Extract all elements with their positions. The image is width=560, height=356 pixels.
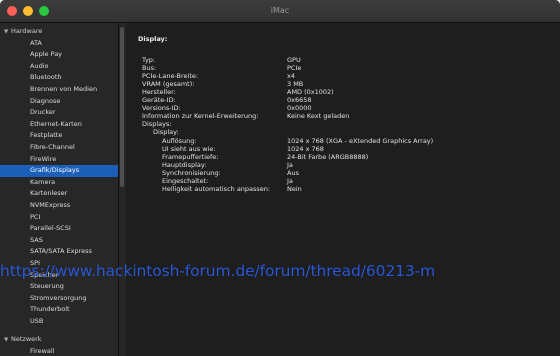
sidebar-item-label: USB	[30, 316, 44, 325]
sidebar-item-label: Kartenleser	[30, 189, 68, 198]
sidebar-section-hardware[interactable]: ▼ Hardware	[0, 26, 118, 38]
sidebar-item[interactable]: SATA/SATA Express	[0, 246, 118, 258]
sidebar-item-label: Festplatte	[30, 131, 63, 140]
sidebar-item-label: Bluetooth	[30, 73, 62, 82]
sidebar-item-label: Apple Pay	[30, 50, 63, 59]
detail-pane: Display: Typ: GPU Bus: PCIe PCIe-Lane-Breite…	[126, 23, 560, 356]
sidebar-item-label: Fibre-Channel	[30, 142, 75, 151]
window-title: iMac	[270, 6, 290, 15]
title-bar[interactable]: iMac	[0, 0, 560, 23]
sidebar-item-label: PCI	[30, 212, 41, 221]
sidebar-item-label: Firewall	[30, 346, 55, 355]
property-value: Nein	[287, 184, 302, 193]
sidebar-item-label: SAS	[30, 235, 43, 244]
sidebar-item[interactable]: Steuerung	[0, 281, 118, 293]
sidebar-item-label: Thunderbolt	[30, 305, 70, 314]
sidebar-item[interactable]: Grafik/Displays	[0, 165, 118, 177]
sidebar-item[interactable]: PCI	[0, 212, 118, 224]
sidebar-section-label: Hardware	[11, 27, 43, 35]
sidebar-item[interactable]: Diagnose	[0, 96, 118, 108]
sidebar-item-label: Ethernet-Karten	[30, 119, 82, 128]
sidebar-item[interactable]: USB	[0, 316, 118, 328]
sidebar-item-label: FireWire	[30, 154, 57, 163]
system-information-window: iMac ▼ Hardware ATA Apple Pay Audio Bluetoot…	[0, 0, 560, 356]
url-watermark: https://www.hackintosh-forum.de/forum/th…	[0, 262, 436, 280]
sidebar-item-label: ATA	[30, 38, 42, 47]
sidebar-item-label: Stromversorgung	[30, 293, 87, 302]
sidebar-item[interactable]: Fibre-Channel	[0, 142, 118, 154]
sidebar-item[interactable]: Drucker	[0, 107, 118, 119]
sidebar-item-label: Audio	[30, 61, 49, 70]
sidebar: ▼ Hardware ATA Apple Pay Audio Bluetooth Bren…	[0, 23, 118, 356]
sidebar-item-label: SATA/SATA Express	[30, 247, 92, 256]
sidebar-section-label: Netzwerk	[11, 335, 42, 343]
sidebar-item[interactable]: Kartenleser	[0, 188, 118, 200]
sidebar-item[interactable]: ATA	[0, 38, 118, 50]
sidebar-item-label: Drucker	[30, 108, 56, 117]
sidebar-item-label: Grafik/Displays	[30, 166, 80, 175]
sidebar-item-label: NVMExpress	[30, 200, 71, 209]
sidebar-item[interactable]: FireWire	[0, 154, 118, 166]
sidebar-scrollbar[interactable]	[118, 23, 126, 356]
sidebar-item-label: Brennen von Medien	[30, 84, 98, 93]
sidebar-item-label: Parallel-SCSI	[30, 224, 71, 233]
sidebar-item-label: Diagnose	[30, 96, 61, 105]
property-row: Helligkeit automatisch anpassen: Nein	[162, 185, 560, 194]
sidebar-section-network[interactable]: ▼ Netzwerk	[0, 334, 118, 346]
sidebar-item[interactable]: Kamera	[0, 177, 118, 189]
sidebar-item[interactable]: Firewall	[0, 346, 118, 356]
sidebar-item[interactable]: Parallel-SCSI	[0, 223, 118, 235]
property-key: Helligkeit automatisch anpassen:	[162, 184, 271, 193]
sidebar-item[interactable]: Thunderbolt	[0, 304, 118, 316]
sidebar-scrollbar-thumb[interactable]	[120, 27, 124, 187]
sidebar-item[interactable]: Apple Pay	[0, 49, 118, 61]
sidebar-item[interactable]: NVMExpress	[0, 200, 118, 212]
sidebar-item[interactable]: Audio	[0, 61, 118, 73]
sidebar-item[interactable]: Bluetooth	[0, 72, 118, 84]
sidebar-item[interactable]: Festplatte	[0, 130, 118, 142]
detail-heading: Display:	[138, 35, 168, 43]
sidebar-item[interactable]: SAS	[0, 235, 118, 247]
sidebar-item[interactable]: Ethernet-Karten	[0, 119, 118, 131]
sidebar-item-label: Steuerung	[30, 282, 64, 291]
sidebar-item-label: Kamera	[30, 177, 56, 186]
sidebar-item[interactable]: Brennen von Medien	[0, 84, 118, 96]
sidebar-item[interactable]: Stromversorgung	[0, 293, 118, 305]
